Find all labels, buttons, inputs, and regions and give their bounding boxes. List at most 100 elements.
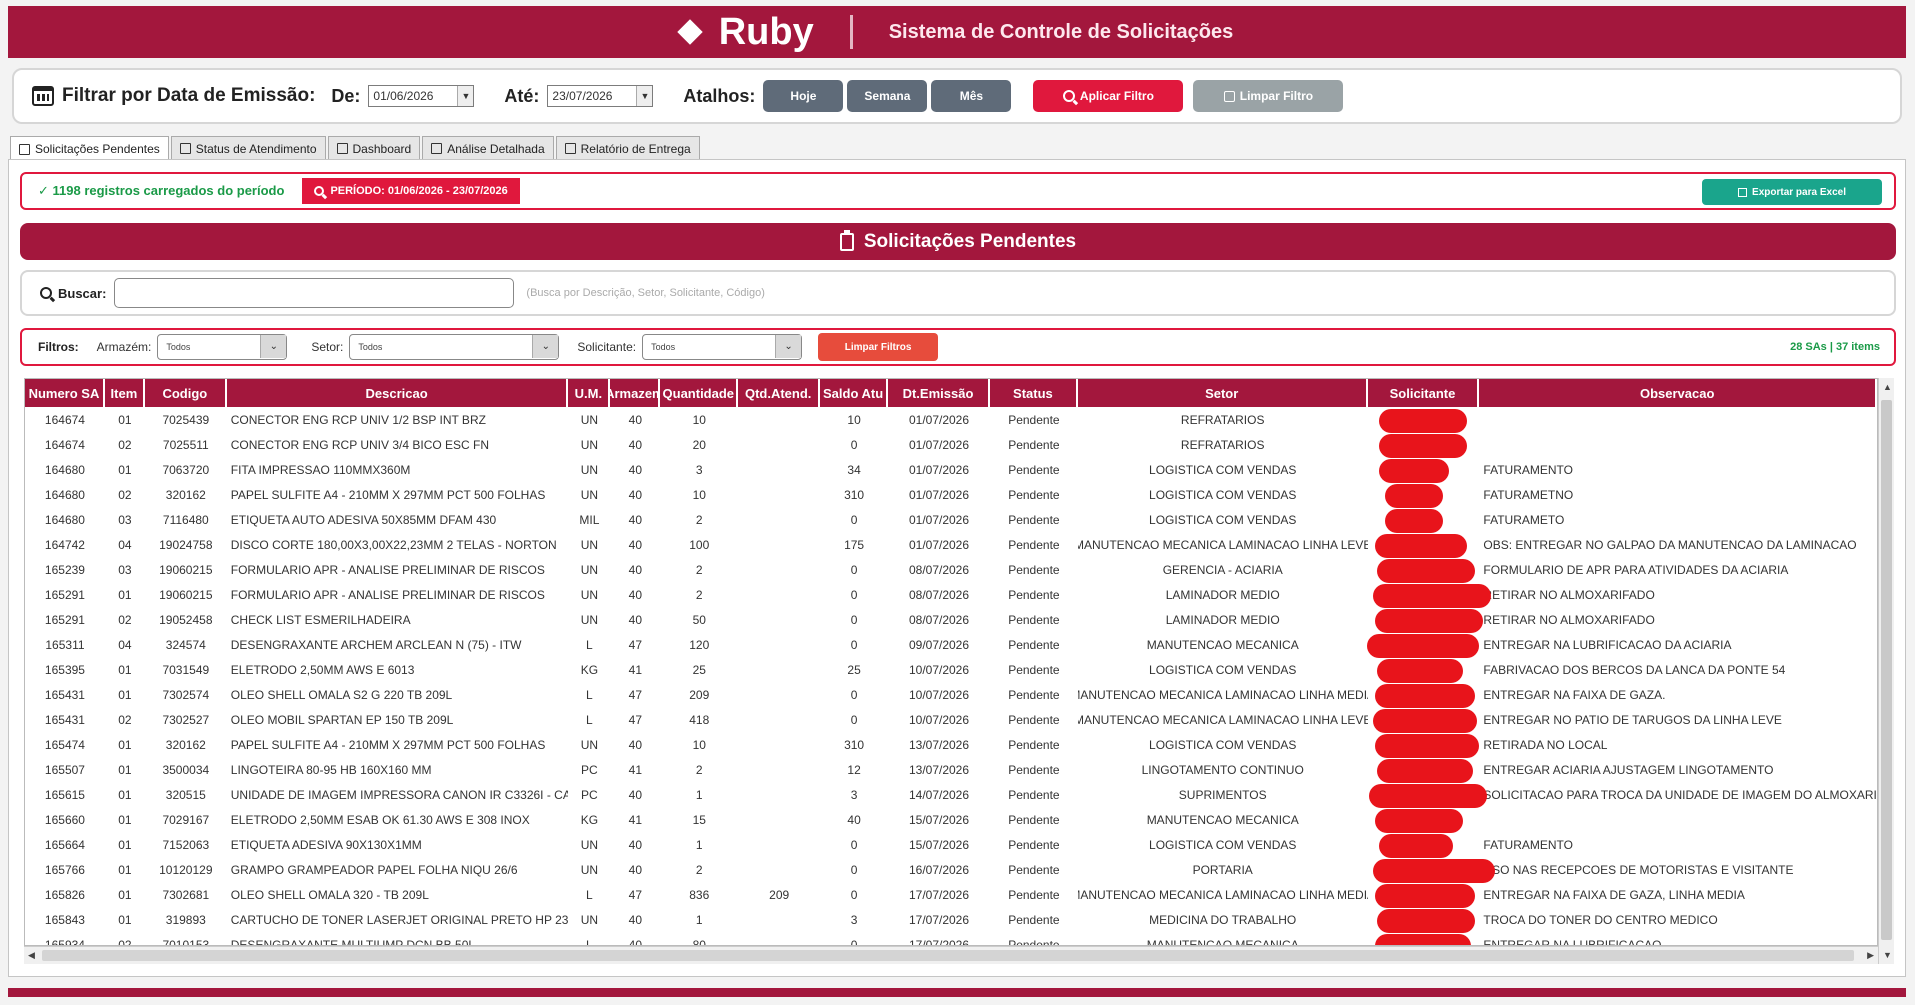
table-row[interactable]: 165311 04 324574 DESENGRAXANTE ARCHEM ARCLE… <box>25 632 1877 657</box>
column-header[interactable]: Dt.Emissão <box>888 379 990 407</box>
table-cell: 15/07/2026 <box>908 812 970 827</box>
redaction-mark <box>1369 784 1487 808</box>
scroll-left-icon[interactable]: ◀ <box>28 950 35 961</box>
table-cell: UN <box>580 437 599 452</box>
column-header[interactable]: Status <box>989 379 1078 407</box>
table-row[interactable]: 165615 01 320515 UNIDADE DE IMAGEM IMPRESSO… <box>25 782 1877 807</box>
table-cell: Pendente <box>1008 762 1060 777</box>
table-row[interactable]: 165431 01 7302574 OLEO SHELL OMALA S2 G 220… <box>25 682 1877 707</box>
table-row[interactable]: 164680 02 320162 PAPEL SULFITE A4 - 210MM X… <box>25 482 1877 507</box>
today-button[interactable]: Hoje <box>763 80 844 112</box>
table-cell <box>738 857 820 882</box>
armazem-select[interactable]: Todos ⌄ <box>157 334 288 360</box>
vertical-scroll-thumb[interactable] <box>1881 400 1892 940</box>
column-header[interactable]: Item <box>104 379 145 407</box>
table-cell: 1 <box>695 837 703 852</box>
table-row[interactable]: 165395 01 7031549 ELETRODO 2,50MM AWS E 601… <box>25 657 1877 682</box>
table-cell: LAMINADOR MEDIO <box>1165 612 1280 627</box>
table-cell: RETIRAR NO ALMOXARIFADO <box>1483 612 1655 627</box>
column-header[interactable]: Armazem <box>610 379 661 407</box>
scroll-up-icon[interactable]: ▲ <box>1883 382 1892 392</box>
column-header[interactable]: Saldo Atu <box>820 379 889 407</box>
table-cell: 03 <box>118 512 132 527</box>
column-header[interactable]: Quantidade <box>660 379 739 407</box>
week-button[interactable]: Semana <box>847 80 928 112</box>
table-cell <box>1479 407 1877 432</box>
tab-pending-requests[interactable]: Solicitações Pendentes <box>10 136 169 161</box>
table-cell: FORMULARIO DE APR PARA ATIVIDADES DA ACI… <box>1483 562 1789 577</box>
column-header[interactable]: U.M. <box>568 379 611 407</box>
solicitante-select[interactable]: Todos ⌄ <box>642 334 803 360</box>
table-cell: 319893 <box>165 912 206 927</box>
search-icon <box>314 186 325 196</box>
table-row[interactable]: 164742 04 19024758 DISCO CORTE 180,00X3,00X… <box>25 532 1877 557</box>
chevron-down-icon[interactable]: ▼ <box>636 86 653 106</box>
table-cell: MEDICINA DO TRABALHO <box>1149 912 1297 927</box>
table-row[interactable]: 165239 03 19060215 FORMULARIO APR - ANALISE… <box>25 557 1877 582</box>
table-cell: RETIRAR NO ALMOXARIFADO <box>1483 587 1655 602</box>
table-row[interactable]: 164680 01 7063720 FITA IMPRESSAO 110MMX360M… <box>25 457 1877 482</box>
table-cell: 7152063 <box>162 837 210 852</box>
clear-filter-button[interactable]: Limpar Filtro <box>1193 80 1344 112</box>
table-row[interactable]: 165843 01 319893 CARTUCHO DE TONER LASERJET… <box>25 907 1877 932</box>
table-cell: 25 <box>692 662 706 677</box>
chevron-down-icon[interactable]: ⌄ <box>775 335 802 358</box>
table-cell: Pendente <box>1008 537 1060 552</box>
table-cell <box>738 407 820 432</box>
table-cell: 2 <box>695 762 703 777</box>
search-input[interactable] <box>114 278 515 308</box>
table-cell: 01 <box>118 587 132 602</box>
column-header[interactable]: Numero SA <box>25 379 105 407</box>
chevron-down-icon[interactable]: ▼ <box>457 86 474 106</box>
table-cell: 164680 <box>44 512 85 527</box>
table-row[interactable]: 165431 02 7302527 OLEO MOBIL SPARTAN EP 150… <box>25 707 1877 732</box>
table-cell: CARTUCHO DE TONER LASERJET ORIGINAL PRET… <box>230 912 569 927</box>
table-row[interactable]: 165507 01 3500034 LINGOTEIRA 80-95 HB 160X1… <box>25 757 1877 782</box>
table-row[interactable]: 165934 02 7010153 DESENGRAXANTE MULTIUMP DC… <box>25 932 1877 946</box>
table-cell: Pendente <box>1008 887 1060 902</box>
column-header[interactable]: Qtd.Atend. <box>738 379 821 407</box>
column-header[interactable]: Observacao <box>1479 379 1877 407</box>
table-cell: 19060215 <box>159 562 213 577</box>
tab-delivery-report[interactable]: Relatório de Entrega <box>555 136 700 160</box>
table-row[interactable]: 164674 01 7025439 CONECTOR ENG RCP UNIV 1/2… <box>25 407 1877 432</box>
vertical-scrollbar[interactable]: ▲ ▼ <box>1878 378 1894 964</box>
table-row[interactable]: 165291 02 19052458 CHECK LIST ESMERILHADEIR… <box>25 607 1877 632</box>
chevron-down-icon[interactable]: ⌄ <box>532 335 559 358</box>
scroll-down-icon[interactable]: ▼ <box>1883 950 1892 960</box>
tab-detailed-analysis[interactable]: Análise Detalhada <box>422 136 554 160</box>
tab-service-status[interactable]: Status de Atendimento <box>170 136 326 160</box>
table-row[interactable]: 164680 03 7116480 ETIQUETA AUTO ADESIVA 50X… <box>25 507 1877 532</box>
table-row[interactable]: 165291 01 19060215 FORMULARIO APR - ANALISE… <box>25 582 1877 607</box>
table-row[interactable]: 165766 01 10120129 GRAMPO GRAMPEADOR PAPEL … <box>25 857 1877 882</box>
to-date-input[interactable]: 23/07/2026 ▼ <box>547 85 654 107</box>
table-row[interactable]: 164674 02 7025511 CONECTOR ENG RCP UNIV 3/4… <box>25 432 1877 457</box>
column-header[interactable]: Solicitante <box>1367 379 1480 407</box>
clear-filters-button[interactable]: Limpar Filtros <box>818 333 939 361</box>
table-row[interactable]: 165474 01 320162 PAPEL SULFITE A4 - 210MM X… <box>25 732 1877 757</box>
redaction-mark <box>1375 934 1471 945</box>
chevron-down-icon[interactable]: ⌄ <box>260 335 287 358</box>
table-cell: 7063720 <box>162 462 210 477</box>
month-button[interactable]: Mês <box>931 80 1012 112</box>
table-cell: 41 <box>628 762 643 777</box>
table-cell: 15 <box>692 812 706 827</box>
column-header[interactable]: Descricao <box>226 379 569 407</box>
table-row[interactable]: 165826 01 7302681 OLEO SHELL OMALA 320 - TB… <box>25 882 1877 907</box>
horizontal-scrollbar[interactable]: ◀ ▶ <box>24 946 1878 964</box>
table-cell: 164674 <box>44 412 85 427</box>
table-cell: UN <box>580 612 599 627</box>
table-row[interactable]: 165660 01 7029167 ELETRODO 2,50MM ESAB OK 6… <box>25 807 1877 832</box>
tab-dashboard[interactable]: Dashboard <box>327 136 421 160</box>
apply-filter-button[interactable]: Aplicar Filtro <box>1033 80 1184 112</box>
from-date-input[interactable]: 01/06/2026 ▼ <box>368 85 475 107</box>
setor-select[interactable]: Todos ⌄ <box>349 334 560 360</box>
scroll-right-icon[interactable]: ▶ <box>1867 950 1874 961</box>
column-header[interactable]: Codigo <box>144 379 227 407</box>
horizontal-scroll-thumb[interactable] <box>42 950 1854 961</box>
export-excel-button[interactable]: Exportar para Excel <box>1702 179 1882 205</box>
column-header[interactable]: Setor <box>1077 379 1368 407</box>
redaction-mark <box>1385 509 1443 533</box>
table-row[interactable]: 165664 01 7152063 ETIQUETA ADESIVA 90X130X1… <box>25 832 1877 857</box>
table-cell: 40 <box>628 537 643 552</box>
